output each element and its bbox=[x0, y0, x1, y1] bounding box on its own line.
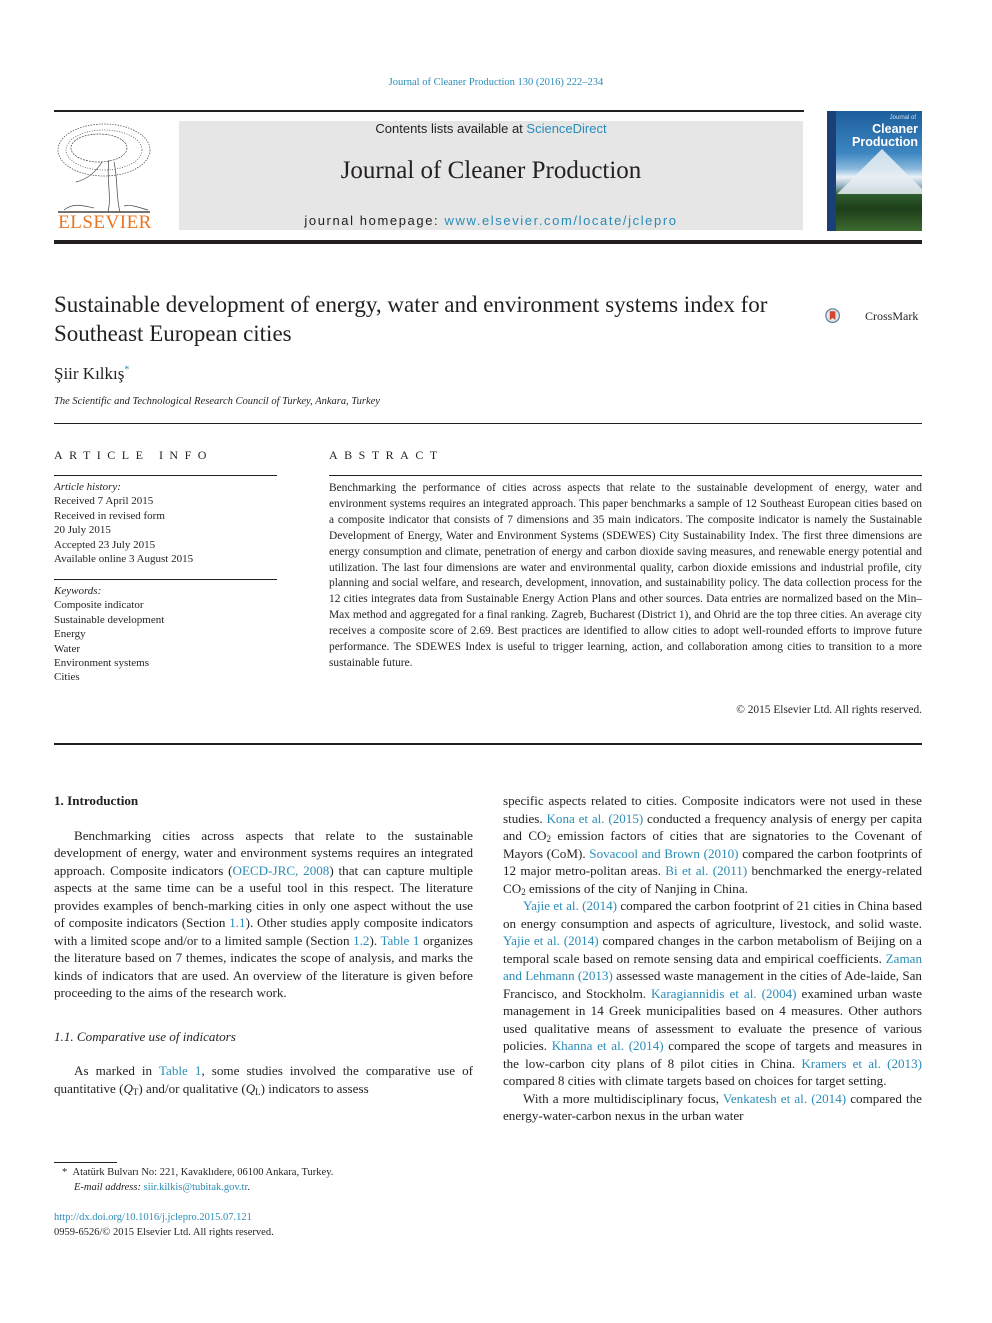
history-item: Accepted 23 July 2015 bbox=[54, 538, 156, 551]
citation-link[interactable]: Bi et al. (2011) bbox=[665, 863, 747, 878]
journal-masthead: Contents lists available at ScienceDirec… bbox=[179, 121, 803, 230]
keyword-item: Composite indicator bbox=[54, 599, 144, 612]
paragraph: Benchmarking cities across aspects that … bbox=[54, 827, 473, 1002]
paragraph: As marked in Table 1, some studies invol… bbox=[54, 1062, 473, 1097]
crossmark-label[interactable]: CrossMark bbox=[865, 309, 918, 324]
homepage-prefix: journal homepage: bbox=[304, 213, 445, 228]
journal-cover-image[interactable]: Journal of Cleaner Production bbox=[827, 111, 922, 231]
citation-link[interactable]: Kona et al. (2015) bbox=[546, 811, 643, 826]
history-item: Received in revised form bbox=[54, 509, 165, 522]
citation-link[interactable]: 1.2 bbox=[353, 933, 369, 948]
paragraph: specific aspects related to cities. Comp… bbox=[503, 792, 922, 897]
author-footnote: * Atatürk Bulvarı No: 221, Kavaklıdere, … bbox=[54, 1165, 474, 1195]
citation-link[interactable]: Yajie et al. (2014) bbox=[523, 898, 617, 913]
citation-link[interactable]: OECD-JRC, 2008 bbox=[232, 863, 329, 878]
citation-link[interactable]: 1.1 bbox=[229, 915, 245, 930]
citation-link[interactable]: Karagiannidis et al. (2004) bbox=[651, 986, 796, 1001]
footnote-email-line: E-mail address: siir.kilkis@tubitak.gov.… bbox=[54, 1180, 474, 1195]
contents-prefix: Contents lists available at bbox=[375, 121, 527, 136]
subsection-heading-comparative-use: 1.1. Comparative use of indicators bbox=[54, 1028, 236, 1044]
footnote-mark: * bbox=[62, 1167, 68, 1178]
citation-link[interactable]: Sovacool and Brown (2010) bbox=[589, 846, 738, 861]
abstract-text: Benchmarking the performance of cities a… bbox=[329, 482, 922, 669]
keywords-label: Keywords: bbox=[54, 585, 102, 597]
journal-title: Journal of Cleaner Production bbox=[340, 157, 642, 184]
italic-symbol: Q bbox=[245, 1080, 256, 1096]
text-run: ) indicators to assess bbox=[260, 1080, 369, 1096]
text-run: ). bbox=[369, 932, 381, 948]
history-item: 20 July 2015 bbox=[54, 524, 111, 537]
doi-link[interactable]: http://dx.doi.org/10.1016/j.jclepro.2015… bbox=[54, 1210, 474, 1225]
citation-link[interactable]: Table 1 bbox=[380, 933, 419, 948]
email-label: E-mail address: bbox=[74, 1182, 144, 1193]
section-heading-introduction: 1. Introduction bbox=[54, 793, 139, 808]
issn-copyright: 0959-6526/© 2015 Elsevier Ltd. All right… bbox=[54, 1227, 274, 1238]
abstract-rule bbox=[329, 475, 922, 476]
keyword-item: Water bbox=[54, 642, 80, 655]
article-info-rule bbox=[54, 475, 277, 476]
journal-homepage-line: journal homepage: www.elsevier.com/locat… bbox=[179, 213, 803, 228]
keywords-rule bbox=[54, 579, 277, 580]
author-name: Şiir Kılkış* bbox=[54, 364, 129, 384]
body-column-right: specific aspects related to cities. Comp… bbox=[503, 792, 922, 1125]
paragraph: Yajie et al. (2014) compared the carbon … bbox=[503, 897, 922, 1090]
footnote-address-line: * Atatürk Bulvarı No: 221, Kavaklıdere, … bbox=[54, 1165, 474, 1180]
email-suffix: . bbox=[247, 1182, 251, 1193]
citation-link[interactable]: Yajie et al. (2014) bbox=[503, 933, 599, 948]
article-history: Article history: Received 7 April 2015 R… bbox=[54, 480, 284, 566]
cover-title: Cleaner Production bbox=[852, 123, 918, 149]
author-name-text: Şiir Kılkış bbox=[54, 364, 125, 383]
header-bottom-rule bbox=[54, 240, 922, 244]
journal-homepage-link[interactable]: www.elsevier.com/locate/jclepro bbox=[444, 213, 677, 228]
citation-link[interactable]: Table 1 bbox=[159, 1063, 202, 1078]
article-history-label: Article history: bbox=[54, 481, 121, 493]
footnote-rule bbox=[54, 1162, 117, 1163]
cover-mountain bbox=[837, 149, 922, 194]
keyword-item: Energy bbox=[54, 628, 86, 641]
article-info-heading: ARTICLE INFO bbox=[54, 448, 213, 462]
elsevier-wordmark[interactable]: ELSEVIER bbox=[54, 212, 156, 234]
text-run: emissions of the city of Nanjing in Chin… bbox=[525, 880, 748, 896]
author-affiliation: The Scientific and Technological Researc… bbox=[54, 396, 380, 407]
cover-top-text: Journal of bbox=[889, 115, 916, 121]
corresponding-author-mark[interactable]: * bbox=[124, 364, 129, 375]
author-email-link[interactable]: siir.kilkis@tubitak.gov.tr bbox=[144, 1182, 248, 1193]
header-top-rule bbox=[54, 110, 804, 112]
journal-reference-link[interactable]: Journal of Cleaner Production 130 (2016)… bbox=[0, 77, 992, 88]
citation-link[interactable]: Kramers et al. (2013) bbox=[801, 1056, 922, 1071]
cover-title-line2: Production bbox=[852, 135, 918, 149]
text-run: With a more multidisciplinary focus, bbox=[523, 1090, 723, 1106]
crossmark-icon[interactable] bbox=[825, 296, 865, 336]
abstract-bottom-rule bbox=[54, 743, 922, 745]
text-run: As marked in bbox=[74, 1063, 159, 1078]
doi-block: http://dx.doi.org/10.1016/j.jclepro.2015… bbox=[54, 1210, 474, 1240]
sciencedirect-link[interactable]: ScienceDirect bbox=[526, 121, 606, 136]
article-title: Sustainable development of energy, water… bbox=[54, 292, 768, 346]
contents-line: Contents lists available at ScienceDirec… bbox=[179, 121, 803, 136]
title-rule bbox=[54, 423, 922, 424]
keyword-item: Sustainable development bbox=[54, 613, 165, 626]
abstract-heading: ABSTRACT bbox=[329, 448, 444, 462]
keywords: Keywords: Composite indicator Sustainabl… bbox=[54, 584, 284, 685]
paragraph: With a more multidisciplinary focus, Ven… bbox=[503, 1090, 922, 1125]
cover-stripe bbox=[827, 111, 836, 231]
text-run: compared 8 cities with climate targets b… bbox=[503, 1073, 887, 1088]
keyword-item: Cities bbox=[54, 671, 80, 684]
citation-link[interactable]: Khanna et al. (2014) bbox=[552, 1038, 664, 1053]
history-item: Available online 3 August 2015 bbox=[54, 553, 194, 566]
italic-symbol: Q bbox=[123, 1080, 133, 1096]
abstract-copyright: © 2015 Elsevier Ltd. All rights reserved… bbox=[736, 704, 922, 716]
text-run: ) and/or qualitative ( bbox=[138, 1080, 246, 1096]
citation-link[interactable]: Venkatesh et al. (2014) bbox=[723, 1091, 846, 1106]
footnote-address: Atatürk Bulvarı No: 221, Kavaklıdere, 06… bbox=[72, 1167, 334, 1178]
keyword-item: Environment systems bbox=[54, 657, 150, 670]
history-item: Received 7 April 2015 bbox=[54, 495, 154, 508]
body-column-left: 1. Introduction Benchmarking cities acro… bbox=[54, 792, 473, 1097]
